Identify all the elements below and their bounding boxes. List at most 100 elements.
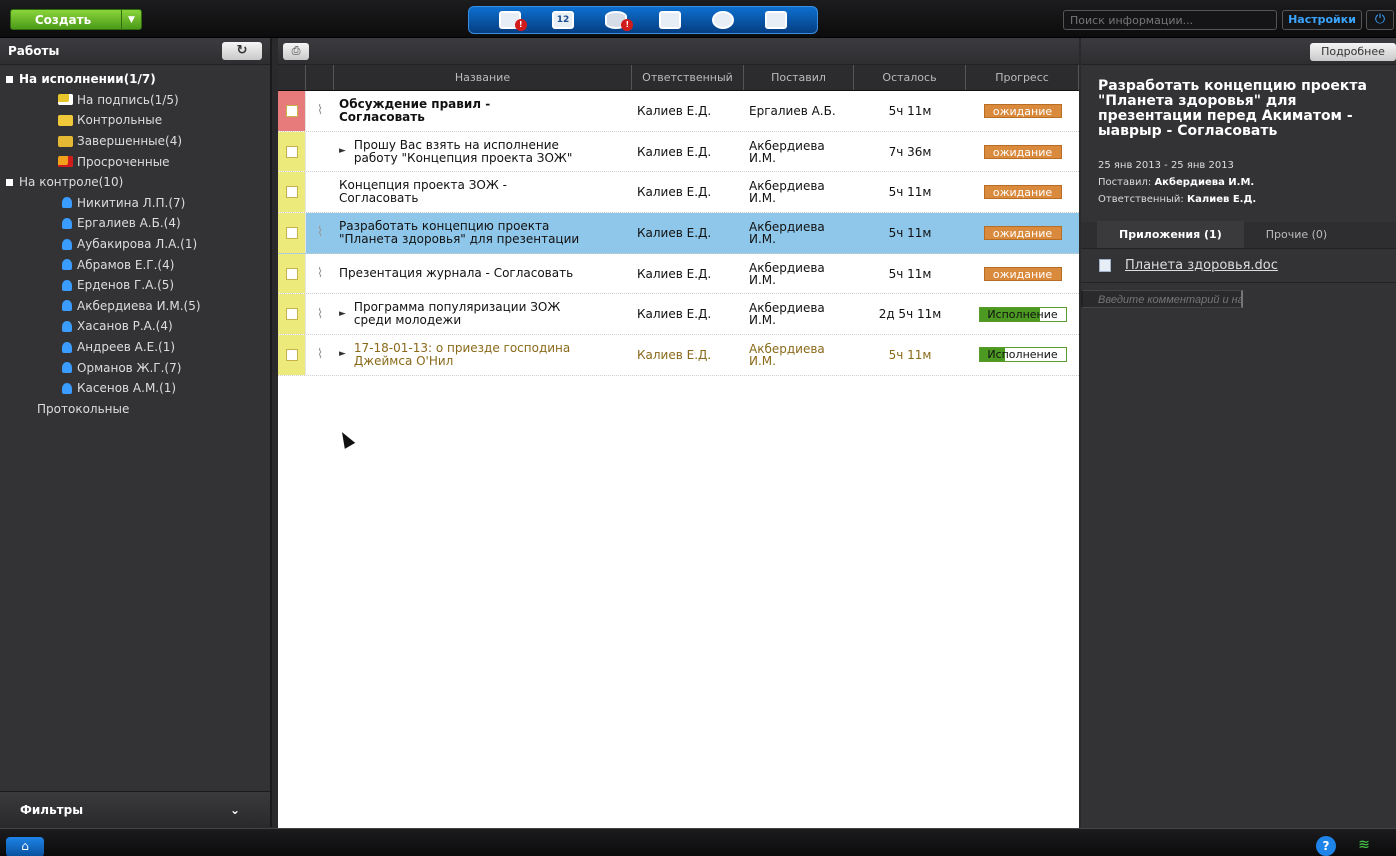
home-icon[interactable]: ⌂ [6,837,44,856]
tree-item[interactable]: Акбердиева И.М.(5) [0,296,270,317]
tab-other[interactable]: Прочие (0) [1244,221,1349,248]
tree-item[interactable]: На подпись(1/5) [0,90,270,111]
user-icon [62,382,72,394]
tree-item[interactable]: Ергалиев А.Б.(4) [0,213,270,234]
module-contacts-icon[interactable] [761,9,791,31]
task-name[interactable]: ► 17-18-01-13: о приезде господина Джеймс… [334,335,632,375]
help-icon[interactable]: ? [1316,836,1336,856]
table-row[interactable]: ► Прошу Вас взять на исполнение работу "К… [278,131,1079,173]
settings-button[interactable]: Настройки [1282,10,1362,30]
progress-label: Исполнение [987,307,1058,321]
task-remaining: 5ч 11м [888,185,932,200]
detail-assigned-by: Поставил: Акбердиева И.М. [1098,174,1386,191]
task-name-text: Разработать концепцию проекта "Планета з… [339,218,580,246]
module-documents-icon[interactable] [655,9,685,31]
status-badge: ожидание [983,103,1062,118]
col-assigned-by[interactable]: Поставил [744,65,854,90]
refresh-icon[interactable]: ↻ [222,42,262,60]
task-assigned-by: Акбердиева И.М. [749,341,825,368]
table-row[interactable]: ⌇ Презентация журнала - Согласовать Калиев… [278,253,1079,295]
task-name[interactable]: Обсуждение правил - Согласовать [334,91,632,131]
tree-item-label: Андреев А.Е.(1) [77,340,176,355]
table-row[interactable]: ⌇ Разработать концепцию проекта "Планета … [278,213,1079,254]
task-progress: ожидание [966,132,1079,172]
task-name[interactable]: ► Программа популяризации ЗОЖ среди молод… [334,294,632,334]
module-dashboard-icon[interactable] [708,9,738,31]
comment-input[interactable] [1081,290,1243,308]
tree-item[interactable]: Контрольные [0,110,270,131]
tree-item[interactable]: На исполнении(1/7) [0,69,270,90]
tree-item[interactable]: Никитина Л.П.(7) [0,193,270,214]
user-icon [62,341,72,353]
tree-item[interactable]: Аубакирова Л.А.(1) [0,234,270,255]
task-list-panel: ⎙ Название Ответственный Поставил Остало… [278,38,1079,828]
user-icon [62,279,72,291]
task-assigned-by: Акбердиева И.М. [749,179,825,206]
table-row[interactable]: ⌇ ► Программа популяризации ЗОЖ среди моло… [278,294,1079,336]
search-input[interactable] [1063,10,1277,30]
task-progress: Исполнение [966,335,1079,375]
database-badge: ! [621,19,634,31]
attachment-item[interactable]: Планета здоровья.doc [1081,249,1396,283]
create-button[interactable]: Создать ▼ [10,9,142,30]
row-checkbox[interactable] [285,226,298,239]
tree-item[interactable]: Хасанов Р.А.(4) [0,316,270,337]
collapse-icon[interactable] [6,178,13,186]
module-calendar-icon[interactable]: 12 [548,9,578,31]
tree-item-label: Контрольные [77,113,163,128]
module-tasks-icon[interactable]: ! [495,9,527,31]
expand-arrow-icon[interactable]: ► [339,308,346,321]
progress-bar: Исполнение [978,306,1067,322]
status-badge: ожидание [983,185,1062,200]
detail-meta: 25 янв 2013 - 25 янв 2013 Поставил: Акбе… [1081,139,1396,208]
tree-item[interactable]: Просроченные [0,151,270,172]
tree-item[interactable]: Завершенные(4) [0,131,270,152]
row-checkbox[interactable] [285,267,298,280]
tree-item[interactable]: Ерденов Г.А.(5) [0,275,270,296]
task-name[interactable]: Концепция проекта ЗОЖ - Согласовать [334,172,632,212]
tree-item[interactable]: Касенов А.М.(1) [0,378,270,399]
task-name[interactable]: ► Прошу Вас взять на исполнение работу "К… [334,132,632,172]
task-responsible: Калиев Е.Д. [637,225,712,240]
works-tree: На исполнении(1/7) На подпись(1/5) Контрол… [0,65,270,419]
attachment-link[interactable]: Планета здоровья.doc [1125,258,1278,273]
task-responsible: Калиев Е.Д. [637,144,712,159]
task-name-text: 17-18-01-13: о приезде господина Джеймса… [353,340,571,368]
collapse-icon[interactable] [6,75,13,83]
row-checkbox[interactable] [285,145,298,158]
tree-item[interactable]: Протокольные [0,399,270,420]
power-icon[interactable]: ⏻ [1366,10,1394,30]
create-dropdown-icon[interactable]: ▼ [121,10,141,29]
expand-arrow-icon[interactable]: ► [339,348,346,361]
row-checkbox[interactable] [285,308,298,321]
user-icon [62,320,72,332]
print-icon[interactable]: ⎙ [283,42,309,60]
chevron-down-icon: ⌄ [229,802,240,817]
col-remaining[interactable]: Осталось [854,65,966,90]
more-button[interactable]: Подробнее [1310,43,1396,61]
tree-item-label: Касенов А.М.(1) [77,381,177,396]
tree-item[interactable]: Абрамов Е.Г.(4) [0,254,270,275]
row-checkbox[interactable] [285,186,298,199]
col-progress[interactable]: Прогресс [966,65,1079,90]
module-database-icon[interactable]: ! [601,9,634,31]
table-row[interactable]: ⌇ Обсуждение правил - Согласовать Калиев Е… [278,91,1079,132]
tree-item[interactable]: Орманов Ж.Г.(7) [0,357,270,378]
table-row[interactable]: ⌇ ► 17-18-01-13: о приезде господина Джейм… [278,335,1079,376]
row-checkbox[interactable] [285,104,298,117]
sign-folder-icon [58,94,73,106]
task-name[interactable]: Презентация журнала - Согласовать [334,254,632,294]
col-responsible[interactable]: Ответственный [632,65,744,90]
paperclip-icon: ⌇ [316,347,324,363]
expand-arrow-icon[interactable]: ► [339,145,346,158]
task-name[interactable]: Разработать концепцию проекта "Планета з… [334,213,632,253]
overdue-folder-icon [58,156,73,168]
filters-toggle[interactable]: Фильтры ⌄ [0,791,270,827]
col-name[interactable]: Название [334,65,632,90]
row-checkbox[interactable] [285,348,298,361]
tree-item[interactable]: Андреев А.Е.(1) [0,337,270,358]
tab-attachments[interactable]: Приложения (1) [1097,221,1244,248]
tree-item[interactable]: На контроле(10) [0,172,270,193]
table-row[interactable]: Концепция проекта ЗОЖ - Согласовать Калие… [278,172,1079,214]
task-assigned-by: Акбердиева И.М. [749,219,825,246]
